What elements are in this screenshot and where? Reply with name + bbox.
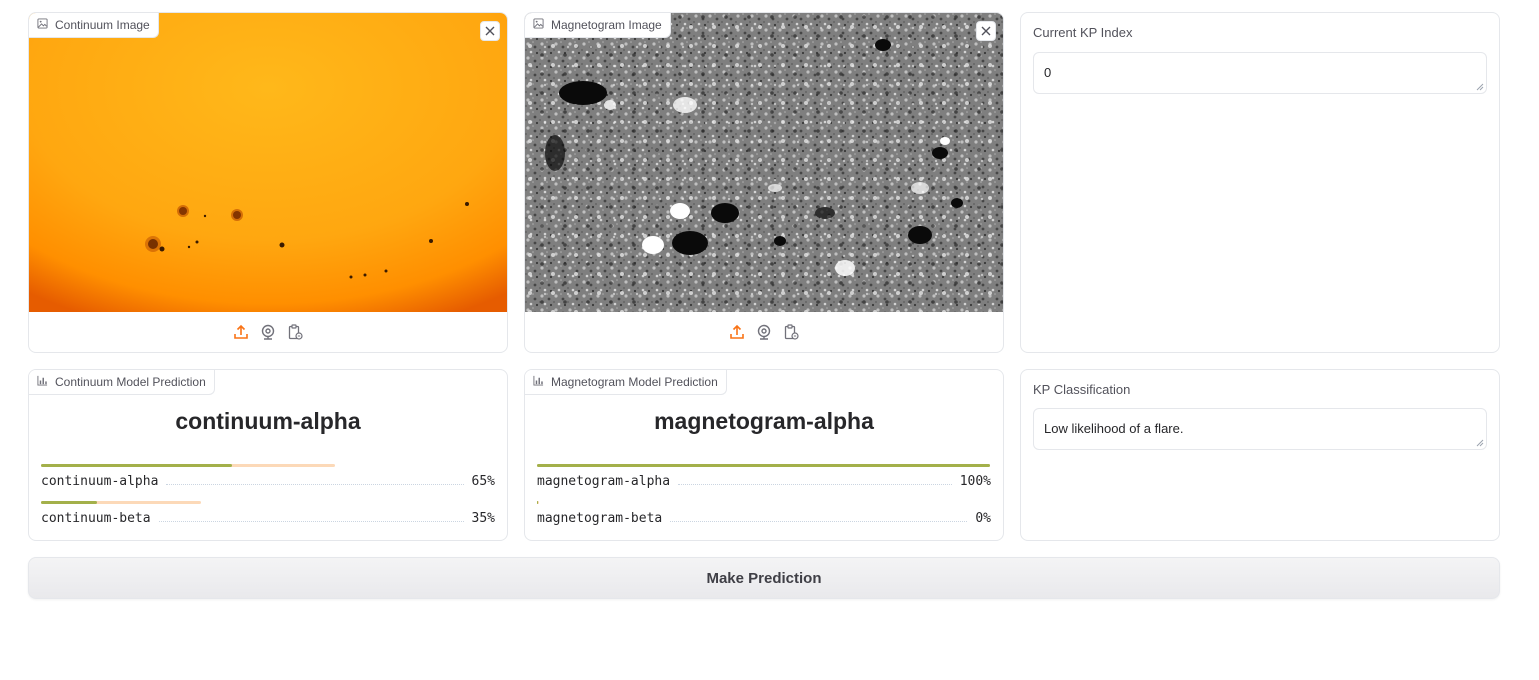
webcam-icon (260, 324, 276, 340)
confidence-percent: 35% (471, 511, 495, 526)
kp-classification-label: KP Classification (1033, 382, 1131, 397)
magnetogram-image-graphic (525, 13, 1003, 312)
confidence-bar-track (41, 464, 335, 467)
dotted-leader (670, 521, 968, 522)
continuum-source-toolbar (29, 312, 507, 352)
close-icon (981, 26, 991, 36)
resize-handle-icon[interactable] (1476, 439, 1484, 447)
confidence-bar-track (41, 501, 201, 504)
confidence-label: continuum-beta (41, 511, 151, 526)
confidence-bar-fill (41, 501, 97, 504)
close-icon (485, 26, 495, 36)
magnetogram-prediction-panel: Magnetogram Model Prediction magnetogram… (524, 369, 1004, 541)
magnetogram-image-panel: Magnetogram Image (524, 12, 1004, 353)
confidence-row: magnetogram-beta 0% (537, 501, 991, 535)
magnetogram-clear-button[interactable] (976, 21, 996, 41)
image-icon (533, 18, 544, 32)
confidence-line: magnetogram-alpha 100% (537, 474, 991, 489)
kp-index-value: 0 (1044, 65, 1052, 80)
confidence-percent: 100% (959, 474, 991, 489)
make-prediction-button[interactable]: Make Prediction (28, 557, 1500, 599)
confidence-label: continuum-alpha (41, 474, 159, 489)
magnetogram-image[interactable] (525, 13, 1003, 312)
magnetogram-top-prediction: magnetogram-alpha (654, 408, 874, 434)
upload-icon (233, 324, 249, 340)
kp-index-panel: Current KP Index 0 (1020, 12, 1500, 353)
upload-button[interactable] (728, 323, 746, 341)
confidence-bar-fill (537, 464, 990, 467)
webcam-button[interactable] (259, 323, 277, 341)
confidence-bar-track (537, 464, 990, 467)
image-icon (37, 18, 48, 32)
confidence-row: magnetogram-alpha 100% (537, 464, 991, 498)
bar-chart-icon (37, 375, 48, 389)
clipboard-icon (783, 324, 799, 340)
confidence-bar-fill (537, 501, 538, 504)
webcam-icon (756, 324, 772, 340)
continuum-prediction-label-tag: Continuum Model Prediction (29, 370, 215, 395)
continuum-image-graphic (29, 13, 507, 312)
confidence-label: magnetogram-alpha (537, 474, 671, 489)
confidence-percent: 65% (471, 474, 495, 489)
confidence-bar-fill (41, 464, 232, 467)
confidence-label: magnetogram-beta (537, 511, 663, 526)
kp-classification-output[interactable]: Low likelihood of a flare. (1033, 408, 1487, 450)
bar-chart-icon (533, 375, 544, 389)
clipboard-icon (287, 324, 303, 340)
confidence-row: continuum-beta 35% (41, 501, 495, 535)
upload-button[interactable] (232, 323, 250, 341)
webcam-button[interactable] (755, 323, 773, 341)
kp-index-input[interactable]: 0 (1033, 52, 1487, 94)
confidence-bar-track (537, 501, 539, 504)
upload-icon (729, 324, 745, 340)
magnetogram-prediction-label-tag: Magnetogram Model Prediction (525, 370, 727, 395)
dotted-leader (678, 484, 952, 485)
magnetogram-prediction-label: Magnetogram Model Prediction (551, 375, 718, 389)
continuum-image-label-tag: Continuum Image (29, 13, 159, 38)
magnetogram-image-label-tag: Magnetogram Image (525, 13, 671, 38)
continuum-clear-button[interactable] (480, 21, 500, 41)
kp-index-label: Current KP Index (1033, 25, 1133, 40)
confidence-percent: 0% (975, 511, 991, 526)
kp-classification-panel: KP Classification Low likelihood of a fl… (1020, 369, 1500, 541)
continuum-prediction-panel: Continuum Model Prediction continuum-alp… (28, 369, 508, 541)
dotted-leader (158, 521, 464, 522)
kp-classification-value: Low likelihood of a flare. (1044, 421, 1184, 436)
continuum-image[interactable] (29, 13, 507, 312)
dotted-leader (166, 484, 464, 485)
resize-handle-icon[interactable] (1476, 83, 1484, 91)
confidence-row: continuum-alpha 65% (41, 464, 495, 498)
continuum-top-prediction: continuum-alpha (175, 408, 361, 434)
confidence-line: continuum-beta 35% (41, 511, 495, 526)
magnetogram-image-label: Magnetogram Image (551, 18, 662, 32)
clipboard-button[interactable] (782, 323, 800, 341)
confidence-line: magnetogram-beta 0% (537, 511, 991, 526)
clipboard-button[interactable] (286, 323, 304, 341)
continuum-image-label: Continuum Image (55, 18, 150, 32)
continuum-prediction-label: Continuum Model Prediction (55, 375, 206, 389)
continuum-image-panel: Continuum Image (28, 12, 508, 353)
magnetogram-source-toolbar (525, 312, 1003, 352)
confidence-line: continuum-alpha 65% (41, 474, 495, 489)
